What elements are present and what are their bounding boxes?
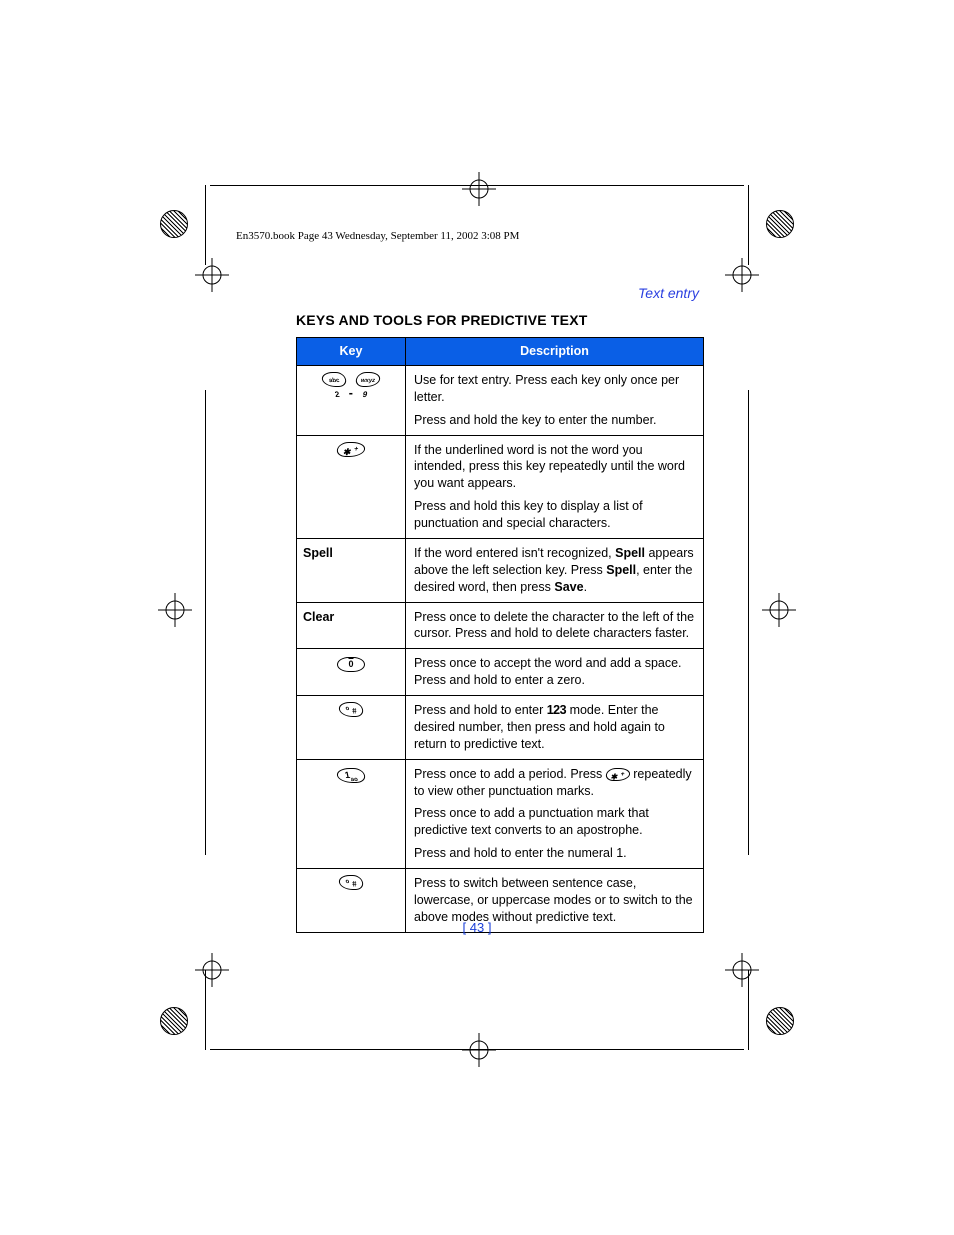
registration-mark-icon	[766, 210, 794, 238]
table-row: ClearPress once to delete the character …	[297, 602, 704, 649]
crosshair-icon	[725, 258, 759, 292]
key-description: Press once to delete the character to th…	[406, 602, 704, 649]
registration-mark-icon	[160, 210, 188, 238]
key-label-clear: Clear	[297, 602, 406, 649]
section-title: KEYS AND TOOLS FOR PREDICTIVE TEXT	[296, 312, 588, 328]
table-row: o #Press and hold to enter 123 mode. Ent…	[297, 696, 704, 760]
key-description: Press once to accept the word and add a …	[406, 649, 704, 696]
key-glyph-range_2_9: abc2-wxyz9	[297, 365, 406, 435]
crop-line	[748, 185, 749, 265]
crop-line	[748, 390, 749, 855]
crop-line	[205, 185, 206, 265]
keys-table: Key Description abc2-wxyz9Use for text e…	[296, 337, 704, 933]
crosshair-icon	[195, 258, 229, 292]
section-breadcrumb: Text entry	[638, 285, 699, 301]
table-row: 0Press once to accept the word and add a…	[297, 649, 704, 696]
crosshair-icon	[725, 953, 759, 987]
table-row: abc2-wxyz9Use for text entry. Press each…	[297, 365, 704, 435]
crop-line	[205, 390, 206, 855]
table-row: 1aoPress once to add a period. Press ✱ +…	[297, 759, 704, 868]
crosshair-icon	[195, 953, 229, 987]
key-description: Press and hold to enter 123 mode. Enter …	[406, 696, 704, 760]
table-row: ✱ +If the underlined word is not the wor…	[297, 435, 704, 538]
crosshair-icon	[462, 1033, 496, 1067]
page-number: [ 43 ]	[0, 920, 954, 935]
key-description: Press once to add a period. Press ✱ + re…	[406, 759, 704, 868]
crosshair-icon	[158, 593, 192, 627]
col-header-key: Key	[297, 338, 406, 366]
registration-mark-icon	[766, 1007, 794, 1035]
crosshair-icon	[462, 172, 496, 206]
crosshair-icon	[762, 593, 796, 627]
table-row: SpellIf the word entered isn't recognize…	[297, 538, 704, 602]
page-header-meta: En3570.book Page 43 Wednesday, September…	[236, 230, 519, 242]
key-label-spell: Spell	[297, 538, 406, 602]
key-glyph-star: ✱ +	[297, 435, 406, 538]
registration-mark-icon	[160, 1007, 188, 1035]
key-description: Use for text entry. Press each key only …	[406, 365, 704, 435]
key-description: If the underlined word is not the word y…	[406, 435, 704, 538]
col-header-description: Description	[406, 338, 704, 366]
key-glyph-one: 1ao	[297, 759, 406, 868]
key-glyph-pound: o #	[297, 696, 406, 760]
key-description: If the word entered isn't recognized, Sp…	[406, 538, 704, 602]
key-glyph-zero: 0	[297, 649, 406, 696]
